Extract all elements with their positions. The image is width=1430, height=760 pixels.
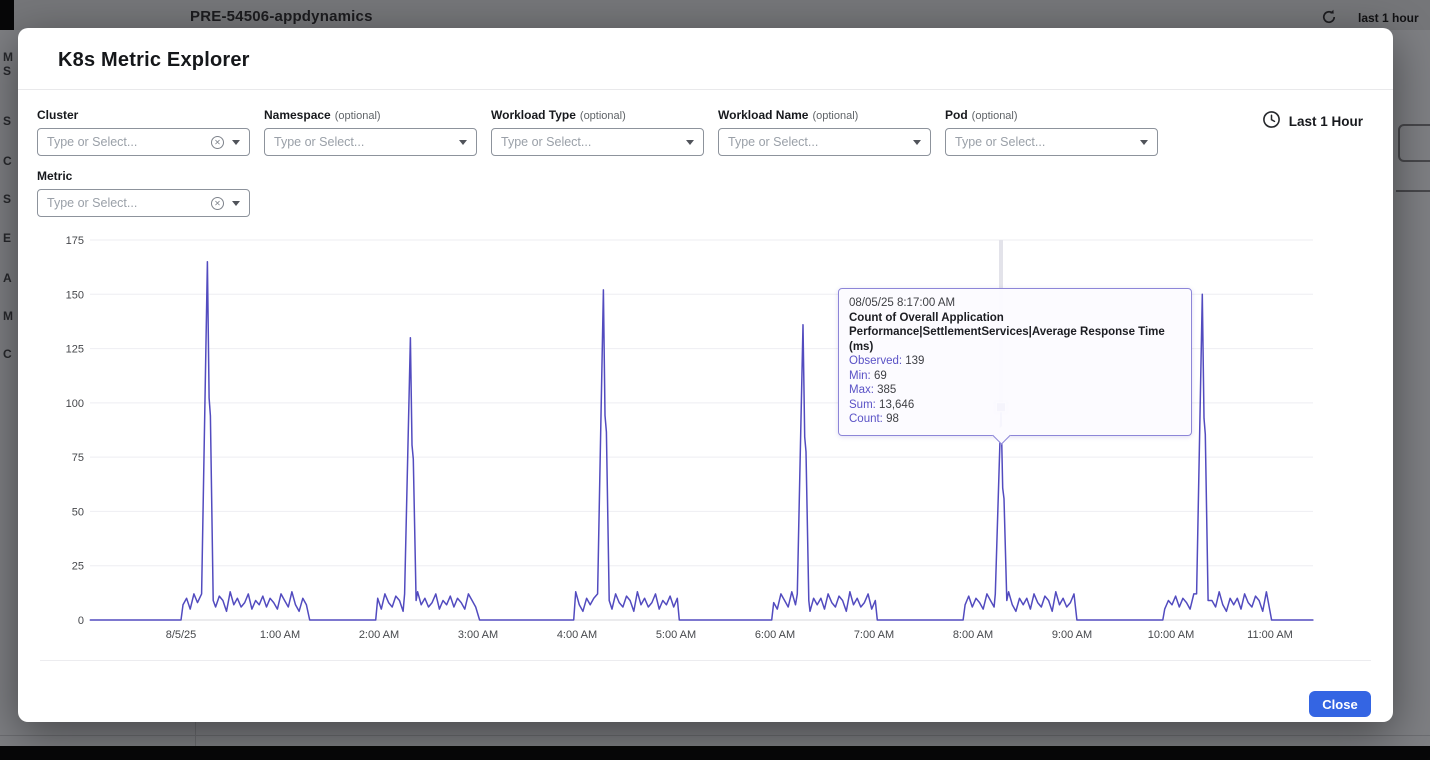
- tooltip-row-min: Min: 69: [849, 369, 1181, 384]
- background-sidebar-letter: A: [3, 271, 12, 285]
- svg-text:8:00 AM: 8:00 AM: [953, 629, 993, 641]
- time-range-label: Last 1 Hour: [1289, 114, 1363, 129]
- chart-bottom-divider: [40, 660, 1371, 661]
- chevron-down-icon[interactable]: [1140, 140, 1148, 145]
- background-sidebar-letter: S: [3, 64, 11, 78]
- modal-title: K8s Metric Explorer: [58, 49, 1353, 72]
- svg-text:0: 0: [78, 615, 84, 627]
- svg-text:6:00 AM: 6:00 AM: [755, 629, 795, 641]
- filter-label: Metric: [37, 169, 250, 183]
- metric-select[interactable]: Type or Select...✕: [37, 189, 250, 217]
- tooltip-timestamp: 08/05/25 8:17:00 AM: [849, 296, 1181, 311]
- clear-icon[interactable]: ✕: [211, 197, 224, 210]
- modal-header: K8s Metric Explorer: [18, 28, 1393, 90]
- placeholder-text: Type or Select...: [728, 135, 913, 149]
- svg-text:1:00 AM: 1:00 AM: [260, 629, 300, 641]
- svg-text:10:00 AM: 10:00 AM: [1148, 629, 1194, 641]
- pod-select[interactable]: Type or Select...: [945, 128, 1158, 156]
- background-partial-button: [1398, 124, 1430, 162]
- close-button[interactable]: Close: [1309, 691, 1371, 717]
- chevron-down-icon[interactable]: [232, 201, 240, 206]
- filter-pod: Pod(optional) Type or Select...: [945, 108, 1158, 156]
- svg-text:50: 50: [72, 506, 84, 518]
- background-sidebar-letter: C: [3, 154, 12, 168]
- optional-tag: (optional): [812, 110, 858, 122]
- placeholder-text: Type or Select...: [501, 135, 686, 149]
- screen: PRE-54506-appdynamics last 1 hour MSSCSE…: [0, 0, 1430, 760]
- filter-label: Cluster: [37, 108, 250, 122]
- background-seam-vertical: [195, 722, 196, 746]
- svg-text:100: 100: [66, 398, 84, 410]
- refresh-icon[interactable]: [1320, 8, 1338, 26]
- svg-text:125: 125: [66, 344, 84, 356]
- chevron-down-icon[interactable]: [459, 140, 467, 145]
- svg-text:150: 150: [66, 289, 84, 301]
- background-sidebar-letter: C: [3, 347, 12, 361]
- tooltip-row-max: Max: 385: [849, 383, 1181, 398]
- chevron-down-icon[interactable]: [686, 140, 694, 145]
- placeholder-text: Type or Select...: [955, 135, 1140, 149]
- background-partial-line: [1396, 190, 1430, 192]
- background-topbar: PRE-54506-appdynamics last 1 hour: [0, 0, 1430, 30]
- clock-icon: [1262, 110, 1281, 132]
- filter-cluster: Cluster Type or Select...✕: [37, 108, 250, 156]
- chevron-down-icon[interactable]: [913, 140, 921, 145]
- workload-type-select[interactable]: Type or Select...: [491, 128, 704, 156]
- background-time-range: last 1 hour: [1358, 11, 1419, 25]
- filters-row: ClusterType or Select...✕Namespace(optio…: [37, 108, 1393, 156]
- svg-text:11:00 AM: 11:00 AM: [1247, 629, 1293, 641]
- top-left-black-block: [0, 0, 14, 30]
- background-sidebar-letter: M: [3, 50, 13, 64]
- svg-text:5:00 AM: 5:00 AM: [656, 629, 696, 641]
- clear-icon[interactable]: ✕: [211, 136, 224, 149]
- optional-tag: (optional): [972, 110, 1018, 122]
- filter-metric: Metric Type or Select...✕: [37, 169, 250, 217]
- svg-text:7:00 AM: 7:00 AM: [854, 629, 894, 641]
- tooltip-stats: Observed: 139Min: 69Max: 385Sum: 13,646C…: [849, 354, 1181, 427]
- optional-tag: (optional): [580, 110, 626, 122]
- tooltip-row-count: Count: 98: [849, 412, 1181, 427]
- workload-name-select[interactable]: Type or Select...: [718, 128, 931, 156]
- chevron-down-icon[interactable]: [232, 140, 240, 145]
- filter-workload-name: Workload Name(optional) Type or Select...: [718, 108, 931, 156]
- filter-label: Workload Type(optional): [491, 108, 704, 122]
- svg-text:2:00 AM: 2:00 AM: [359, 629, 399, 641]
- svg-text:3:00 AM: 3:00 AM: [458, 629, 498, 641]
- chart-tooltip: 08/05/25 8:17:00 AM Count of Overall App…: [838, 288, 1192, 436]
- background-sidebar-letter: M: [3, 309, 13, 323]
- tooltip-row-observed: Observed: 139: [849, 354, 1181, 369]
- namespace-select[interactable]: Type or Select...: [264, 128, 477, 156]
- tooltip-metric-name: Count of Overall Application Performance…: [849, 311, 1181, 355]
- svg-text:175: 175: [66, 235, 84, 247]
- tooltip-row-sum: Sum: 13,646: [849, 398, 1181, 413]
- optional-tag: (optional): [335, 110, 381, 122]
- placeholder-text: Type or Select...: [274, 135, 459, 149]
- background-page-title: PRE-54506-appdynamics: [190, 8, 373, 25]
- svg-text:8/5/25: 8/5/25: [166, 629, 197, 641]
- placeholder-text: Type or Select...: [47, 196, 211, 210]
- filter-label: Pod(optional): [945, 108, 1158, 122]
- k8s-metric-explorer-modal: K8s Metric Explorer Cluster Type or Selec…: [18, 28, 1393, 722]
- filter-namespace: Namespace(optional) Type or Select...: [264, 108, 477, 156]
- metric-row: Metric Type or Select...✕: [37, 169, 1393, 217]
- cluster-select[interactable]: Type or Select...✕: [37, 128, 250, 156]
- svg-text:4:00 AM: 4:00 AM: [557, 629, 597, 641]
- placeholder-text: Type or Select...: [47, 135, 211, 149]
- background-sidebar-letter: S: [3, 192, 11, 206]
- background-seam-horizontal: [0, 735, 1430, 736]
- background-sidebar-letter: E: [3, 231, 11, 245]
- filter-label: Workload Name(optional): [718, 108, 931, 122]
- bottom-black-bar: [0, 746, 1430, 760]
- svg-text:25: 25: [72, 561, 84, 573]
- svg-text:75: 75: [72, 452, 84, 464]
- filter-label: Namespace(optional): [264, 108, 477, 122]
- svg-text:9:00 AM: 9:00 AM: [1052, 629, 1092, 641]
- filter-workload-type: Workload Type(optional) Type or Select...: [491, 108, 704, 156]
- background-sidebar-letter: S: [3, 114, 11, 128]
- time-range-control[interactable]: Last 1 Hour: [1262, 110, 1363, 132]
